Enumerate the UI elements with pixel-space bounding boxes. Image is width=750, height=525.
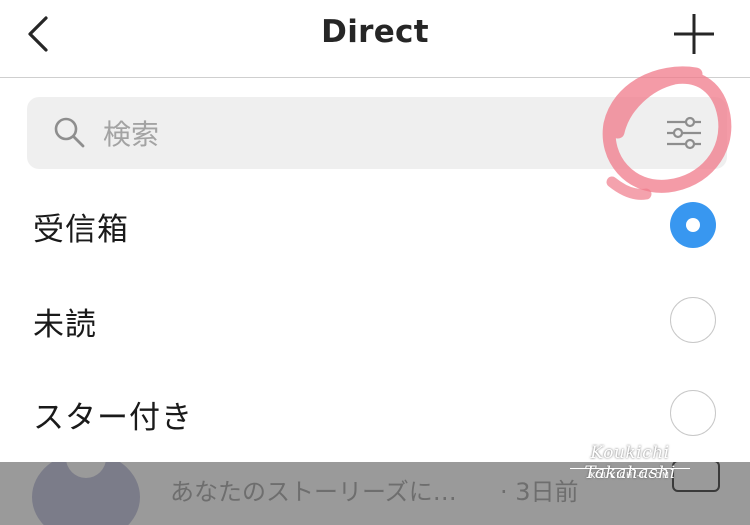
filter-option-unread[interactable]: 未読 (0, 275, 750, 369)
header-bar: Direct (0, 0, 750, 78)
avatar (32, 462, 140, 525)
filter-button[interactable] (665, 115, 703, 151)
radio-selected[interactable] (670, 202, 716, 248)
sliders-icon (667, 116, 701, 150)
filter-option-starred[interactable]: スター付き (0, 368, 750, 462)
camera-icon (672, 462, 720, 492)
page-title: Direct (321, 14, 429, 50)
search-bar (27, 97, 727, 169)
new-message-button[interactable] (668, 8, 720, 60)
message-time: · 3日前 (500, 478, 579, 506)
filter-option-label: スター付き (33, 400, 193, 436)
filter-option-label: 未読 (33, 307, 97, 343)
radio-unselected[interactable] (670, 297, 716, 343)
message-preview: あなたのストーリーズに… (170, 478, 457, 506)
plus-icon (674, 14, 714, 54)
search-input[interactable] (101, 111, 585, 157)
radio-unselected[interactable] (670, 390, 716, 436)
filter-option-label: 受信箱 (33, 212, 129, 248)
search-icon (54, 117, 85, 148)
dimmed-background-list: あなたのストーリーズに… · 3日前 (0, 462, 750, 525)
filter-option-inbox[interactable]: 受信箱 (0, 180, 750, 274)
